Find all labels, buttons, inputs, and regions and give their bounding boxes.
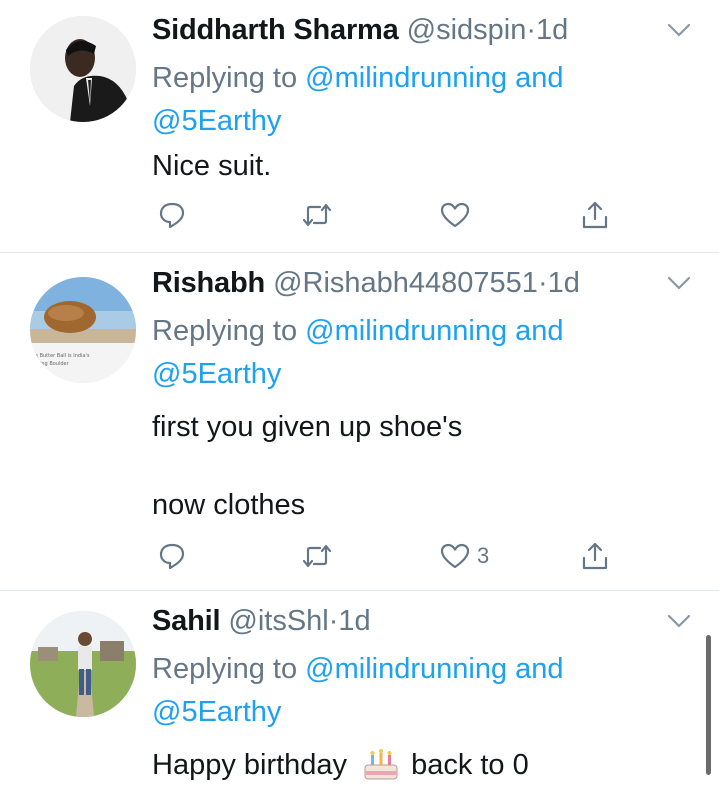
- action-bar: 3: [152, 539, 622, 579]
- birthday-cake-icon: [364, 749, 398, 780]
- svg-text:ing Boulder: ing Boulder: [40, 361, 70, 367]
- svg-text:'s Butter Ball is India's: 's Butter Ball is India's: [34, 353, 90, 359]
- replying-to: Replying to @milindrunning and @5Earthy: [152, 310, 672, 396]
- tweet-header: Sahil @itsShl·1d: [152, 603, 371, 639]
- author-handle[interactable]: @itsShl: [228, 605, 328, 637]
- timestamp[interactable]: 1d: [338, 605, 370, 637]
- mention-link[interactable]: @5Earthy: [152, 358, 281, 390]
- chevron-down-icon[interactable]: [666, 20, 692, 40]
- author-handle[interactable]: @Rishabh44807551: [273, 267, 538, 299]
- tweet-text-part-2: back to 0: [411, 749, 529, 781]
- scrollbar[interactable]: [706, 635, 711, 775]
- and-text: and: [507, 62, 564, 94]
- replying-prefix: Replying to: [152, 653, 306, 685]
- like-count: 3: [477, 543, 490, 568]
- avatar-rishabh[interactable]: 's Butter Ball is India's ing Boulder: [30, 277, 136, 383]
- tweet-text-line-1: first you given up shoe's: [152, 411, 463, 443]
- share-icon: [582, 542, 608, 570]
- tweet-3[interactable]: Sahil @itsShl·1d Replying to @milindrunn…: [0, 591, 719, 800]
- separator: ·: [328, 605, 339, 637]
- and-text: and: [507, 653, 564, 685]
- avatar-siddharth[interactable]: [30, 16, 136, 122]
- replying-prefix: Replying to: [152, 62, 306, 94]
- and-text: and: [507, 315, 564, 347]
- replying-prefix: Replying to: [152, 315, 306, 347]
- mention-link[interactable]: @milindrunning: [305, 653, 507, 685]
- retweet-button[interactable]: [300, 198, 334, 232]
- mention-link[interactable]: @milindrunning: [305, 315, 507, 347]
- chevron-down-icon[interactable]: [666, 611, 692, 631]
- heart-icon: [440, 543, 470, 569]
- avatar-photo-icon: 's Butter Ball is India's ing Boulder: [30, 277, 136, 383]
- avatar-photo-icon: [30, 611, 136, 717]
- reply-button[interactable]: [157, 539, 187, 573]
- tweet-text-part-1: Happy birthday: [152, 749, 348, 781]
- author-name[interactable]: Sahil: [152, 605, 221, 637]
- reply-icon: [159, 543, 185, 570]
- author-name[interactable]: Rishabh: [152, 267, 265, 299]
- retweet-icon: [302, 544, 332, 568]
- tweet-header: Rishabh @Rishabh44807551·1d: [152, 265, 580, 301]
- like-button[interactable]: 3: [439, 539, 489, 573]
- reply-icon: [159, 202, 185, 229]
- retweet-button[interactable]: [300, 539, 334, 573]
- mention-link[interactable]: @5Earthy: [152, 105, 281, 137]
- tweet-text: Happy birthday back to 0: [152, 747, 529, 783]
- separator: ·: [537, 267, 548, 299]
- reply-button[interactable]: [157, 198, 187, 232]
- avatar-photo-icon: [30, 16, 136, 122]
- timestamp[interactable]: 1d: [536, 14, 568, 46]
- share-button[interactable]: [580, 198, 610, 232]
- share-icon: [582, 201, 608, 229]
- separator: ·: [526, 14, 537, 46]
- replying-to: Replying to @milindrunning and @5Earthy: [152, 648, 672, 734]
- tweet-1[interactable]: Siddharth Sharma @sidspin·1d Replying to…: [0, 0, 719, 253]
- timestamp[interactable]: 1d: [548, 267, 580, 299]
- replying-to: Replying to @milindrunning and @5Earthy: [152, 57, 672, 143]
- tweet-text: Nice suit.: [152, 150, 272, 182]
- author-handle[interactable]: @sidspin: [407, 14, 527, 46]
- heart-icon: [440, 202, 470, 228]
- like-button[interactable]: [439, 198, 477, 232]
- retweet-icon: [302, 203, 332, 227]
- author-name[interactable]: Siddharth Sharma: [152, 14, 399, 46]
- mention-link[interactable]: @milindrunning: [305, 62, 507, 94]
- mention-link[interactable]: @5Earthy: [152, 696, 281, 728]
- tweet-header: Siddharth Sharma @sidspin·1d: [152, 12, 568, 48]
- tweet-text-line-2: now clothes: [152, 489, 306, 521]
- share-button[interactable]: [580, 539, 610, 573]
- chevron-down-icon[interactable]: [666, 273, 692, 293]
- tweet-2[interactable]: 's Butter Ball is India's ing Boulder Ri…: [0, 253, 719, 591]
- action-bar: [152, 198, 622, 238]
- avatar-sahil[interactable]: [30, 611, 136, 717]
